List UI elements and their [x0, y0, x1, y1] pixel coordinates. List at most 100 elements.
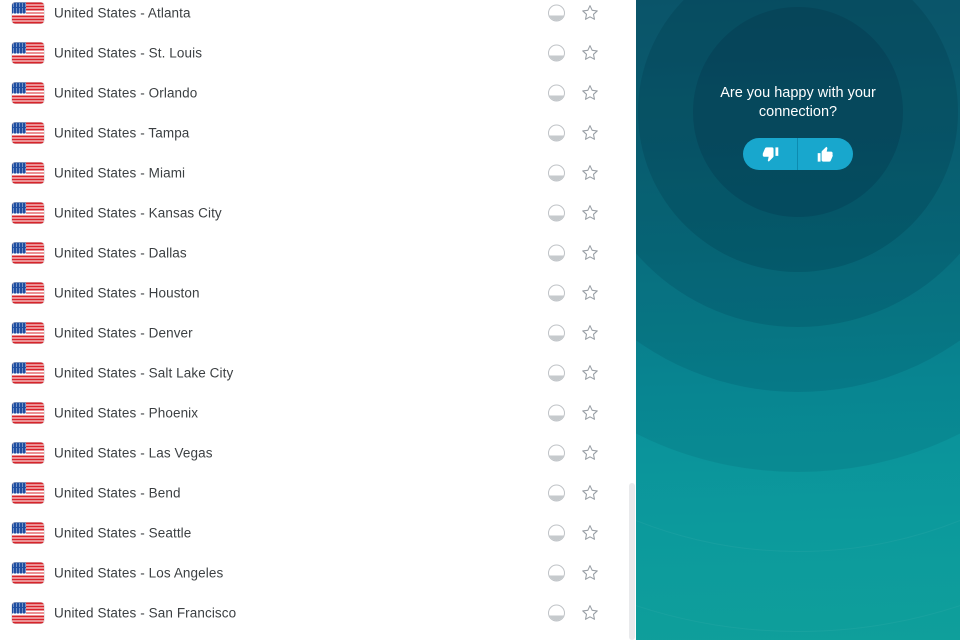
server-load-icon — [548, 44, 565, 62]
us-flag-icon — [12, 522, 44, 544]
server-name-label: United States - Bend — [54, 485, 181, 501]
server-name-label: United States - Atlanta — [54, 5, 191, 21]
server-name-label: United States - Miami — [54, 165, 186, 181]
server-list-item[interactable]: United States - Los Angeles — [0, 553, 636, 593]
flag-canton — [12, 522, 27, 534]
server-name-label: United States - Orlando — [54, 85, 198, 101]
server-list-item[interactable]: United States - Miami — [0, 153, 636, 193]
server-list-item[interactable]: United States - St. Louis — [0, 33, 636, 73]
flag-canton — [12, 402, 27, 414]
server-load-icon — [548, 604, 565, 622]
favorite-star-icon[interactable] — [580, 443, 600, 463]
flag-canton — [12, 122, 27, 134]
scrollbar-thumb[interactable] — [629, 483, 635, 640]
us-flag-icon — [12, 482, 44, 504]
favorite-star-icon[interactable] — [580, 283, 600, 303]
server-list-item[interactable]: United States - Phoenix — [0, 393, 636, 433]
favorite-star-icon[interactable] — [580, 3, 600, 23]
favorite-star-icon[interactable] — [580, 83, 600, 103]
favorite-star-icon[interactable] — [580, 603, 600, 623]
server-load-icon — [548, 84, 565, 102]
us-flag-icon — [12, 362, 44, 384]
server-name-label: United States - Phoenix — [54, 405, 199, 421]
flag-canton — [12, 282, 27, 294]
server-load-icon — [548, 404, 565, 422]
server-load-icon — [548, 124, 565, 142]
server-name-label: United States - San Francisco — [54, 605, 237, 621]
us-flag-icon — [12, 82, 44, 104]
favorite-star-icon[interactable] — [580, 243, 600, 263]
thumbs-down-icon — [762, 146, 779, 163]
server-name-label: United States - Tampa — [54, 125, 190, 141]
us-flag-icon — [12, 322, 44, 344]
server-list-item[interactable]: United States - Tampa — [0, 113, 636, 153]
us-flag-icon — [12, 202, 44, 224]
server-list-item[interactable]: United States - Atlanta — [0, 0, 636, 33]
favorite-star-icon[interactable] — [580, 203, 600, 223]
us-flag-icon — [12, 402, 44, 424]
server-load-icon — [548, 164, 565, 182]
server-load-icon — [548, 484, 565, 502]
us-flag-icon — [12, 42, 44, 64]
thumbs-down-button[interactable] — [743, 138, 798, 170]
server-name-label: United States - Los Angeles — [54, 565, 224, 581]
flag-canton — [12, 562, 27, 574]
us-flag-icon — [12, 602, 44, 624]
server-name-label: United States - Houston — [54, 285, 200, 301]
us-flag-icon — [12, 562, 44, 584]
server-list-item[interactable]: United States - San Francisco — [0, 593, 636, 633]
us-flag-icon — [12, 162, 44, 184]
server-list-scrollbar[interactable] — [628, 0, 636, 640]
favorite-star-icon[interactable] — [580, 363, 600, 383]
favorite-star-icon[interactable] — [580, 43, 600, 63]
favorite-star-icon[interactable] — [580, 523, 600, 543]
flag-canton — [12, 162, 27, 174]
flag-canton — [12, 242, 27, 254]
thumbs-up-icon — [817, 146, 834, 163]
feedback-prompt: Are you happy with your connection? — [636, 84, 960, 170]
server-load-icon — [548, 524, 565, 542]
us-flag-icon — [12, 122, 44, 144]
server-load-icon — [548, 564, 565, 582]
flag-canton — [12, 322, 27, 334]
server-load-icon — [548, 204, 565, 222]
us-flag-icon — [12, 2, 44, 24]
flag-canton — [12, 202, 27, 214]
favorite-star-icon[interactable] — [580, 123, 600, 143]
server-load-icon — [548, 444, 565, 462]
favorite-star-icon[interactable] — [580, 163, 600, 183]
server-load-icon — [548, 244, 565, 262]
flag-canton — [12, 482, 27, 494]
flag-canton — [12, 82, 27, 94]
us-flag-icon — [12, 242, 44, 264]
connection-status-panel: Are you happy with your connection? — [636, 0, 960, 640]
us-flag-icon — [12, 282, 44, 304]
server-list-item[interactable]: United States - Houston — [0, 273, 636, 313]
server-list-item[interactable]: United States - Las Vegas — [0, 433, 636, 473]
server-list-item[interactable] — [0, 633, 636, 640]
server-list-item[interactable]: United States - Salt Lake City — [0, 353, 636, 393]
server-load-icon — [548, 324, 565, 342]
server-name-label: United States - Salt Lake City — [54, 365, 234, 381]
server-list-item[interactable]: United States - Denver — [0, 313, 636, 353]
favorite-star-icon[interactable] — [580, 323, 600, 343]
server-list-item[interactable]: United States - Orlando — [0, 73, 636, 113]
server-name-label: United States - Seattle — [54, 525, 192, 541]
server-list-item[interactable]: United States - Kansas City — [0, 193, 636, 233]
flag-canton — [12, 42, 27, 54]
server-load-icon — [548, 284, 565, 302]
server-list-panel: United States - Atlanta United States - S… — [0, 0, 636, 640]
favorite-star-icon[interactable] — [580, 403, 600, 423]
server-load-icon — [548, 364, 565, 382]
server-name-label: United States - Kansas City — [54, 205, 222, 221]
favorite-star-icon[interactable] — [580, 563, 600, 583]
thumbs-up-button[interactable] — [798, 138, 853, 170]
favorite-star-icon[interactable] — [580, 483, 600, 503]
server-list-item[interactable]: United States - Dallas — [0, 233, 636, 273]
server-list-item[interactable]: United States - Bend — [0, 473, 636, 513]
flag-canton — [12, 2, 27, 14]
feedback-buttons-group — [743, 138, 853, 170]
flag-canton — [12, 362, 27, 374]
server-name-label: United States - Dallas — [54, 245, 187, 261]
server-list-item[interactable]: United States - Seattle — [0, 513, 636, 553]
